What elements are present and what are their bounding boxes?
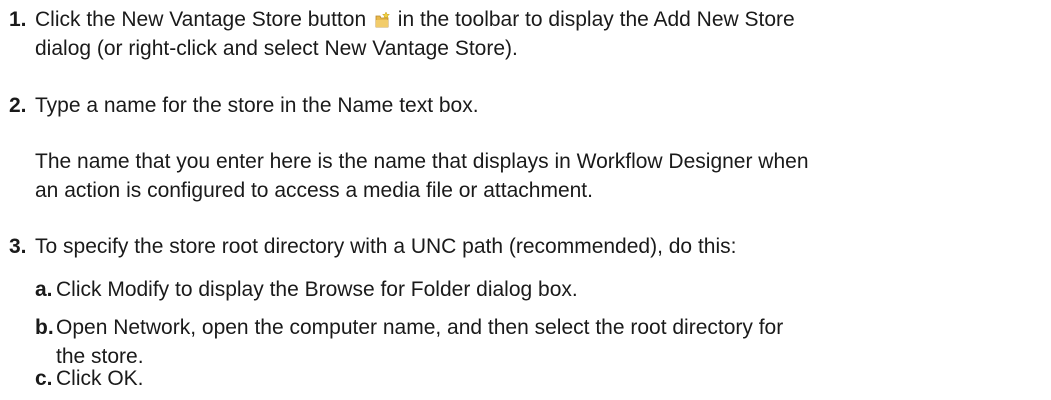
- substep-letter: c.: [35, 367, 53, 390]
- substep-text: Click Modify to display the Browse for F…: [56, 275, 1036, 304]
- step-text-line: dialog (or right-click and select New Va…: [35, 37, 518, 60]
- substep-text: Open Network, open the computer name, an…: [56, 313, 1036, 371]
- substep-letter: a.: [35, 278, 53, 301]
- step-text: Type a name for the store in the Name te…: [35, 91, 1040, 120]
- step-text-line: To specify the store root directory with…: [35, 235, 737, 258]
- substep-text: Click OK.: [56, 364, 1036, 393]
- step-number: 2.: [9, 94, 27, 117]
- substep-text-line: Click Modify to display the Browse for F…: [56, 278, 578, 301]
- note-line: an action is configured to access a medi…: [35, 179, 593, 202]
- new-store-icon: [374, 8, 390, 28]
- note-paragraph: The name that you enter here is the name…: [35, 147, 1040, 205]
- substep-text-line: Open Network, open the computer name, an…: [56, 316, 784, 339]
- note-line: The name that you enter here is the name…: [35, 150, 809, 173]
- step-number: 1.: [9, 8, 27, 31]
- step-text: To specify the store root directory with…: [35, 232, 1040, 261]
- substep-letter: b.: [35, 316, 54, 339]
- step-number: 3.: [9, 235, 27, 258]
- step-text-line: Click the New Vantage Store button in th…: [35, 8, 795, 31]
- step-text-line: Type a name for the store in the Name te…: [35, 94, 479, 117]
- step-text: Click the New Vantage Store button in th…: [35, 5, 1040, 63]
- substep-text-line: Click OK.: [56, 367, 144, 390]
- instruction-document: 1. Click the New Vantage Store button in…: [0, 0, 1051, 400]
